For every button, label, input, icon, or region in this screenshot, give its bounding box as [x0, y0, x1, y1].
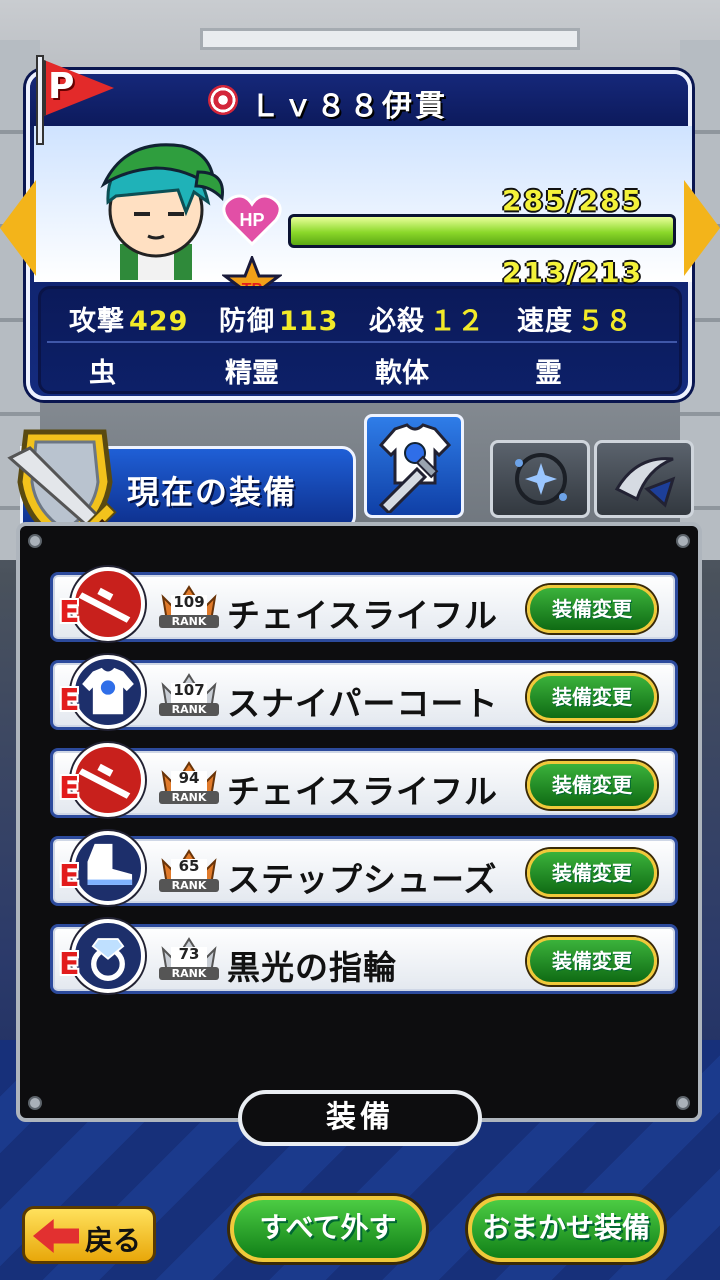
- auto-equip-button[interactable]: おまかせ装備: [468, 1196, 664, 1262]
- rifle-icon: [71, 743, 145, 817]
- target-icon: [208, 85, 238, 115]
- equipped-e-mark: E: [59, 947, 80, 982]
- hp-label: HP: [239, 210, 264, 230]
- character-name-bar: Ｌｖ８８伊貫: [30, 74, 688, 126]
- change-equipment-button[interactable]: 装備変更: [527, 673, 657, 721]
- stat-special: 必殺 １２: [369, 299, 485, 338]
- stats-box: 攻撃 429 防御 113 必殺 １２ 速度 ５８ 虫 精霊 軟体 霊: [38, 286, 682, 394]
- rivet: [676, 534, 690, 548]
- shoe-icon: [71, 831, 145, 905]
- rifle-icon: [71, 567, 145, 641]
- equipment-label: 装備: [238, 1090, 482, 1146]
- trait-2: 精霊: [225, 358, 279, 389]
- stat-attack-value: 429: [129, 306, 189, 337]
- hp-heart-icon: HP: [222, 194, 282, 246]
- stat-defense-label: 防御: [219, 306, 275, 337]
- equipped-e-mark: E: [59, 683, 80, 718]
- equipment-row-5[interactable]: E 73 RANK 黒光の指輪 装備変更: [50, 919, 678, 994]
- character-avatar: [100, 143, 224, 280]
- equipped-e-mark: E: [59, 595, 80, 630]
- trait-3: 軟体: [375, 358, 429, 389]
- tab-accessory[interactable]: [490, 440, 590, 518]
- character-name: Ｌｖ８８伊貫: [250, 89, 448, 124]
- tab-equipment[interactable]: [364, 414, 464, 518]
- slash-tab-icon: [614, 457, 676, 508]
- hp-bar: [288, 214, 676, 248]
- stat-special-label: 必殺: [369, 306, 425, 337]
- stat-special-value: １２: [429, 306, 485, 337]
- back-arrow-icon: [33, 1219, 79, 1253]
- item-name: ステップシューズ: [227, 860, 498, 899]
- item-name: チェイスライフル: [227, 596, 499, 635]
- rank-value: 94: [178, 769, 200, 787]
- equipment-row-2[interactable]: E 107 RANK スナイパーコート 装備変更: [50, 655, 678, 730]
- back-button[interactable]: 戻る: [22, 1206, 156, 1264]
- tp-value: 213/213: [502, 256, 644, 289]
- rank-label: RANK: [159, 967, 219, 980]
- stat-defense-value: 113: [279, 306, 339, 337]
- item-name: スナイパーコート: [227, 684, 499, 723]
- ceiling-light: [200, 28, 580, 50]
- hp-value: 285/285: [502, 184, 644, 217]
- rank-value: 73: [178, 945, 200, 963]
- equipment-list-panel: E 109 RANK チェイスライフル 装備変更 E 107 RANK スナイパ…: [16, 522, 702, 1122]
- section-title: 現在の装備: [127, 473, 298, 511]
- stat-speed-value: ５８: [577, 306, 633, 337]
- hp-bar-fill: [291, 217, 673, 245]
- trait-1: 虫: [89, 358, 116, 389]
- equipped-e-mark: E: [59, 859, 80, 894]
- coat-icon: [71, 655, 145, 729]
- character-status-panel: Ｌｖ８８伊貫 HP TP 285/285 213/213: [26, 70, 692, 400]
- item-name: 黒光の指輪: [227, 948, 397, 987]
- rank-value: 107: [173, 681, 205, 699]
- item-name: チェイスライフル: [227, 772, 499, 811]
- back-label: 戻る: [85, 1224, 142, 1257]
- equipment-row-4[interactable]: E 65 RANK ステップシューズ 装備変更: [50, 831, 678, 906]
- rank-label: RANK: [159, 615, 219, 628]
- flag-pole: [36, 55, 44, 145]
- rank-value: 109: [173, 593, 205, 611]
- flag-letter: P: [48, 66, 75, 107]
- change-equipment-button[interactable]: 装備変更: [527, 849, 657, 897]
- rivet: [28, 1096, 42, 1110]
- unequip-all-button[interactable]: すべて外す: [230, 1196, 426, 1262]
- trait-4: 霊: [535, 358, 562, 389]
- stat-speed-label: 速度: [517, 306, 573, 337]
- rivet: [28, 534, 42, 548]
- equipment-row-1[interactable]: E 109 RANK チェイスライフル 装備変更: [50, 567, 678, 642]
- stats-divider: [47, 341, 677, 343]
- rank-label: RANK: [159, 791, 219, 804]
- change-equipment-button[interactable]: 装備変更: [527, 585, 657, 633]
- ring-icon: [71, 919, 145, 993]
- stat-defense: 防御 113: [219, 299, 338, 338]
- portrait-area: HP TP 285/285 213/213: [34, 126, 692, 320]
- equipment-tab-icon: [378, 423, 452, 513]
- stat-attack-label: 攻撃: [69, 306, 125, 337]
- change-equipment-button[interactable]: 装備変更: [527, 761, 657, 809]
- stat-attack: 攻撃 429: [69, 299, 188, 338]
- tab-skill[interactable]: [594, 440, 694, 518]
- equipment-row-3[interactable]: E 94 RANK チェイスライフル 装備変更: [50, 743, 678, 818]
- stat-speed: 速度 ５８: [517, 299, 633, 338]
- rank-value: 65: [178, 857, 200, 875]
- rank-label: RANK: [159, 879, 219, 892]
- change-equipment-button[interactable]: 装備変更: [527, 937, 657, 985]
- rivet: [676, 1096, 690, 1110]
- sparkle-tab-icon: [515, 453, 567, 505]
- equipped-e-mark: E: [59, 771, 80, 806]
- rank-label: RANK: [159, 703, 219, 716]
